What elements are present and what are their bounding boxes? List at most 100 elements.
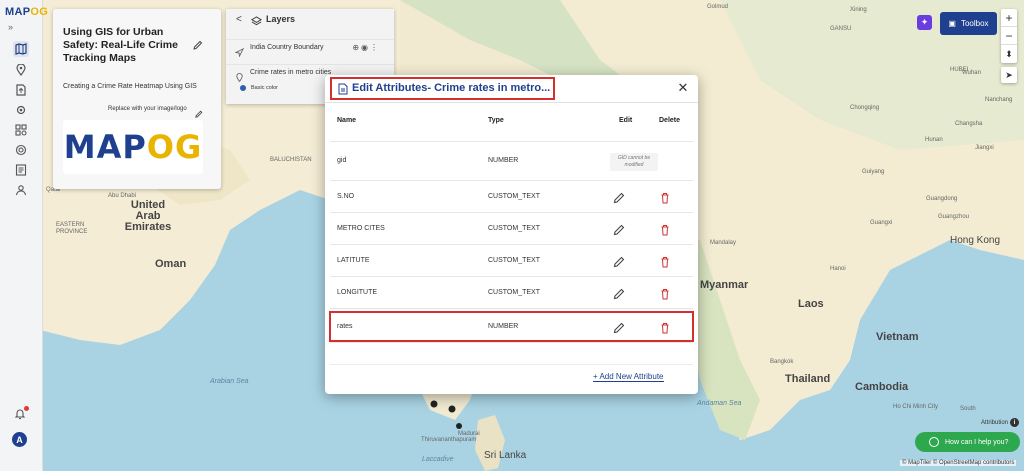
column-header-edit: Edit	[619, 117, 633, 124]
map-label-thailand: Thailand	[785, 373, 831, 385]
edit-pencil-icon[interactable]	[613, 191, 625, 204]
user-group-icon[interactable]	[13, 182, 29, 198]
edit-title-pencil-icon[interactable]	[193, 37, 203, 50]
map-label-madurai: Madurai	[458, 431, 480, 437]
map-label-myanmar: Myanmar	[700, 279, 749, 291]
whatsapp-icon	[929, 437, 939, 447]
delete-trash-icon[interactable]	[659, 223, 671, 236]
edit-pencil-icon[interactable]	[613, 223, 625, 236]
settings-gear-icon[interactable]	[13, 102, 29, 118]
map-label-guiyang: Guiyang	[862, 169, 885, 175]
toolbox-button[interactable]: ▣ Toolbox	[940, 12, 997, 35]
attribution-toggle[interactable]: Attribution i	[981, 418, 1020, 427]
user-avatar[interactable]: A	[12, 432, 27, 447]
map-layers-icon[interactable]	[13, 41, 29, 57]
layer-name: India Country Boundary	[250, 44, 324, 51]
attribute-row: METRO CITES CUSTOM_TEXT	[330, 213, 693, 245]
map-label-nanchang: Nanchang	[985, 97, 1013, 103]
replace-logo-pencil-icon[interactable]	[195, 105, 203, 118]
rates-row-highlight-box	[329, 311, 694, 342]
map-label-changsha: Changsha	[955, 121, 983, 127]
edit-pencil-icon[interactable]	[613, 255, 625, 268]
close-icon[interactable]: ✕	[676, 80, 690, 95]
attribute-name: LATITUTE	[337, 257, 370, 264]
ai-assistant-button[interactable]: ✦	[917, 15, 932, 30]
color-swatch	[240, 85, 246, 91]
upload-file-icon[interactable]	[13, 82, 29, 98]
map-label-uae: United Arab Emirates	[124, 199, 172, 233]
zoom-controls: + − ⬍	[1001, 9, 1017, 63]
target-icon[interactable]	[13, 142, 29, 158]
map-label-arabian-sea: Arabian Sea	[210, 378, 249, 385]
zoom-out-button[interactable]: −	[1001, 27, 1017, 45]
map-label-eastern-province: EASTERN PROVINCE	[56, 222, 88, 235]
title-highlight-box	[330, 77, 555, 100]
map-label-baluchistan: BALUCHISTAN	[270, 157, 312, 163]
map-label-golmud: Golmud	[707, 4, 729, 10]
locate-me-button[interactable]: ➤	[1001, 67, 1017, 83]
footer-divider	[330, 364, 693, 365]
map-label-hanoi: Hanoi	[830, 266, 846, 272]
attribute-row: S.NO CUSTOM_TEXT	[330, 181, 693, 213]
attribute-type: NUMBER	[488, 157, 519, 164]
layers-stack-icon	[250, 14, 263, 26]
replace-logo-link[interactable]: Replace with your image/logo	[108, 106, 187, 112]
map-label-mandalay: Mandalay	[710, 240, 737, 246]
map-label-guangxi: Guangxi	[870, 220, 893, 226]
map-label-vietnam: Vietnam	[876, 331, 919, 343]
map-label-ho-chi-minh: Ho Chi Minh City	[893, 404, 939, 410]
column-header-type: Type	[488, 117, 504, 124]
attribute-type: CUSTOM_TEXT	[488, 193, 540, 200]
attribute-row: LONGITUTE CUSTOM_TEXT	[330, 277, 693, 309]
compass-button[interactable]: ⬍	[1001, 45, 1017, 63]
column-header-name: Name	[337, 117, 357, 124]
back-chevron-icon[interactable]: <	[236, 14, 242, 25]
delete-trash-icon[interactable]	[659, 287, 671, 300]
briefcase-icon: ▣	[948, 19, 956, 28]
map-label-laos: Laos	[798, 298, 824, 310]
attribute-name: S.NO	[337, 193, 355, 200]
left-sidebar: MAPOG » A	[0, 0, 48, 471]
edit-attributes-modal: Edit Attributes- Crime rates in metro...…	[325, 75, 698, 394]
map-label-hong-kong: Hong Kong	[950, 235, 1001, 246]
add-new-attribute-button[interactable]: + Add New Attribute	[593, 372, 664, 382]
project-subtitle: Creating a Crime Rate Heatmap Using GIS	[63, 83, 197, 90]
attribute-row-gid: gid NUMBER GID cannot be modified	[330, 141, 693, 181]
map-label-chongqing: Chongqing	[850, 105, 880, 111]
expand-sidebar-icon[interactable]: »	[8, 22, 13, 32]
map-label-hunan: Hunan	[925, 137, 943, 143]
map-label-bangkok: Bangkok	[770, 359, 794, 365]
whatsapp-help-button[interactable]: How can I help you?	[915, 432, 1020, 452]
attribute-name: LONGITUTE	[337, 289, 378, 296]
layer-actions[interactable]: ⊕◉⋮	[352, 43, 380, 52]
modal-header: Edit Attributes- Crime rates in metro...…	[325, 75, 698, 103]
edit-pencil-icon[interactable]	[613, 287, 625, 300]
delete-trash-icon[interactable]	[659, 255, 671, 268]
map-label-andaman-sea: Andaman Sea	[697, 400, 742, 407]
app-logo[interactable]: MAPOG	[5, 6, 48, 18]
delete-trash-icon[interactable]	[659, 191, 671, 204]
notification-badge	[24, 406, 29, 411]
layer-style-basic-color[interactable]: Basic color	[240, 85, 278, 91]
analysis-tools-icon[interactable]	[13, 122, 29, 138]
map-label-gansu: GANSU	[830, 26, 852, 32]
map-label-cambodia: Cambodia	[855, 381, 909, 393]
map-label-wuhan: Wuhan	[962, 70, 981, 76]
attribute-row: LATITUTE CUSTOM_TEXT	[330, 245, 693, 277]
info-icon: i	[1010, 418, 1020, 427]
map-label-jiangxi: Jiangxi	[975, 145, 994, 151]
zoom-in-button[interactable]: +	[1001, 9, 1017, 27]
map-label-guangdong: Guangdong	[926, 196, 958, 202]
navigation-arrow-icon	[234, 44, 245, 58]
project-info-card: Using GIS for Urban Safety: Real-Life Cr…	[53, 9, 221, 189]
layers-title: Layers	[266, 14, 296, 24]
column-header-delete: Delete	[659, 117, 681, 124]
report-list-icon[interactable]	[13, 162, 29, 178]
attribute-name: METRO CITES	[337, 225, 385, 232]
gid-locked-note: GID cannot be modified	[610, 153, 658, 171]
point-layer-pin-icon	[235, 69, 244, 83]
brand-logo-box: MAPOG	[63, 120, 203, 174]
location-pin-icon[interactable]	[13, 62, 29, 78]
layer-item-india-boundary[interactable]: India Country Boundary ⊕◉⋮	[226, 39, 394, 58]
map-label-oman: Oman	[155, 258, 187, 270]
